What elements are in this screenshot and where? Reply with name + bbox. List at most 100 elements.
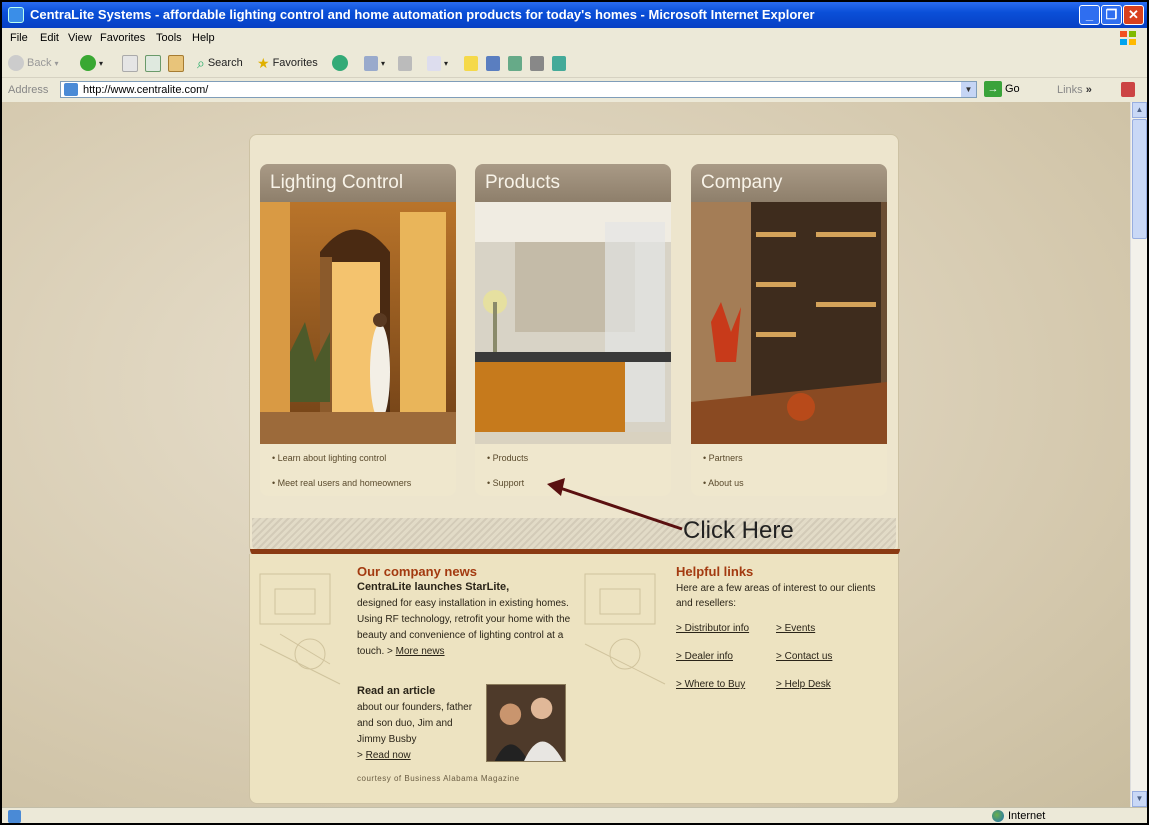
home-button[interactable] <box>168 54 184 72</box>
article-heading: Read an article <box>357 685 436 697</box>
toolbar-addon-icon[interactable] <box>1121 82 1135 97</box>
menu-edit[interactable]: Edit <box>40 32 59 44</box>
media-button[interactable] <box>332 54 348 72</box>
research-button[interactable] <box>486 54 500 72</box>
media-icon <box>332 55 348 71</box>
link-products[interactable]: • Products <box>487 453 528 463</box>
read-now-link[interactable]: Read now <box>366 750 411 761</box>
site-container: Lighting Control • Learn about lighting … <box>249 134 900 804</box>
address-label: Address <box>8 84 49 96</box>
dealer-info-link[interactable]: > Dealer info <box>676 651 733 662</box>
panel-lighting-control: Lighting Control • Learn about lighting … <box>260 164 456 496</box>
browser-window: CentraLite Systems - affordable lighting… <box>0 0 1149 825</box>
more-news-link[interactable]: More news <box>396 646 445 657</box>
panel-products: Products • Products • Support <box>475 164 671 496</box>
link-support[interactable]: • Support <box>487 478 524 488</box>
scroll-down-icon[interactable]: ▼ <box>1132 791 1147 807</box>
close-button[interactable]: ✕ <box>1123 5 1144 25</box>
vertical-scrollbar[interactable]: ▲ ▼ <box>1130 102 1147 807</box>
help-desk-link[interactable]: > Help Desk <box>776 679 831 690</box>
back-arrow-icon <box>8 55 24 71</box>
discuss-button[interactable] <box>530 54 544 72</box>
toolbar: Back ▾ ▾ ⌕ Search ★ Favorites ▾ ▾ <box>2 49 1147 78</box>
window-title: CentraLite Systems - affordable lighting… <box>30 7 815 22</box>
print-icon <box>398 55 412 71</box>
founders-photo[interactable] <box>486 684 566 762</box>
notes-icon <box>464 55 478 71</box>
address-dropdown-icon[interactable]: ▼ <box>961 82 976 97</box>
link-meet-users[interactable]: • Meet real users and homeowners <box>272 478 411 488</box>
menu-tools[interactable]: Tools <box>156 32 182 44</box>
back-button[interactable]: Back ▾ <box>8 54 58 72</box>
panel-links: • Learn about lighting control • Meet re… <box>260 444 456 496</box>
menu-help[interactable]: Help <box>192 32 215 44</box>
discuss-icon <box>530 55 544 71</box>
blueprint-sketch-right <box>584 573 666 685</box>
helpful-links-body: Here are a few areas of interest to our … <box>676 583 876 609</box>
notes-button[interactable] <box>464 54 478 72</box>
lighting-photo[interactable] <box>260 202 456 448</box>
distributor-info-link[interactable]: > Distributor info <box>676 623 749 634</box>
go-button[interactable]: → Go <box>984 81 1020 97</box>
status-page-icon <box>8 810 21 823</box>
extra-icon <box>552 55 566 71</box>
maximize-button[interactable]: ❐ <box>1101 5 1122 25</box>
contact-us-link[interactable]: > Contact us <box>776 651 832 662</box>
forward-arrow-icon <box>80 55 96 71</box>
link-about-us[interactable]: • About us <box>703 478 744 488</box>
address-input[interactable]: http://www.centralite.com/ ▼ <box>60 81 977 98</box>
panel-title[interactable]: Products <box>475 164 671 202</box>
search-icon: ⌕ <box>197 54 205 71</box>
menu-view[interactable]: View <box>68 32 92 44</box>
courtesy-note: courtesy of Business Alabama Magazine <box>357 774 520 783</box>
minimize-button[interactable]: _ <box>1079 5 1100 25</box>
blueprint-sketch-left <box>259 573 341 685</box>
links-toolbar[interactable]: Links » <box>1057 84 1092 96</box>
click-here-annotation: Click Here <box>683 517 794 544</box>
news-body: designed for easy installation in existi… <box>357 598 571 657</box>
address-url: http://www.centralite.com/ <box>83 84 209 96</box>
refresh-icon <box>145 54 161 72</box>
stop-icon <box>122 54 138 72</box>
extra-button[interactable] <box>552 54 566 72</box>
panel-title[interactable]: Company <box>691 164 887 202</box>
scroll-up-icon[interactable]: ▲ <box>1132 102 1147 118</box>
news-heading: Our company news <box>357 564 477 579</box>
events-link[interactable]: > Events <box>776 623 815 634</box>
research-icon <box>486 55 500 71</box>
annotation-arrow-icon <box>547 478 683 531</box>
status-bar: Internet <box>2 807 1147 823</box>
lower-section: Our company news CentraLite launches Sta… <box>249 554 899 804</box>
ie-icon <box>8 7 24 23</box>
where-to-buy-link[interactable]: > Where to Buy <box>676 679 745 690</box>
history-button[interactable]: ▾ <box>364 54 385 72</box>
page-viewport: Lighting Control • Learn about lighting … <box>2 102 1130 807</box>
stop-button[interactable] <box>122 54 138 72</box>
link-partners[interactable]: • Partners <box>703 453 743 463</box>
messenger-icon <box>508 55 522 71</box>
news-headline: CentraLite launches StarLite, <box>357 581 510 593</box>
edit-button[interactable]: ▾ <box>427 54 448 72</box>
favorites-button[interactable]: ★ Favorites <box>257 54 318 72</box>
panel-company: Company • Partners • About us <box>691 164 887 496</box>
go-arrow-icon: → <box>984 81 1002 97</box>
print-button[interactable] <box>398 54 412 72</box>
menu-file[interactable]: File <box>10 32 28 44</box>
history-icon <box>364 55 378 71</box>
title-bar: CentraLite Systems - affordable lighting… <box>2 2 1147 28</box>
scroll-thumb[interactable] <box>1132 119 1147 239</box>
home-icon <box>168 54 184 72</box>
security-zone: Internet <box>992 810 1045 822</box>
helpful-links-heading: Helpful links <box>676 564 754 579</box>
globe-icon <box>992 810 1004 822</box>
search-button[interactable]: ⌕ Search <box>197 54 243 72</box>
menu-favorites[interactable]: Favorites <box>100 32 145 44</box>
link-learn-lighting[interactable]: • Learn about lighting control <box>272 453 386 463</box>
forward-button[interactable]: ▾ <box>80 54 103 72</box>
refresh-button[interactable] <box>145 54 161 72</box>
products-photo[interactable] <box>475 202 671 448</box>
panel-title[interactable]: Lighting Control <box>260 164 456 202</box>
star-icon: ★ <box>257 54 270 71</box>
messenger-button[interactable] <box>508 54 522 72</box>
company-photo[interactable] <box>691 202 887 448</box>
